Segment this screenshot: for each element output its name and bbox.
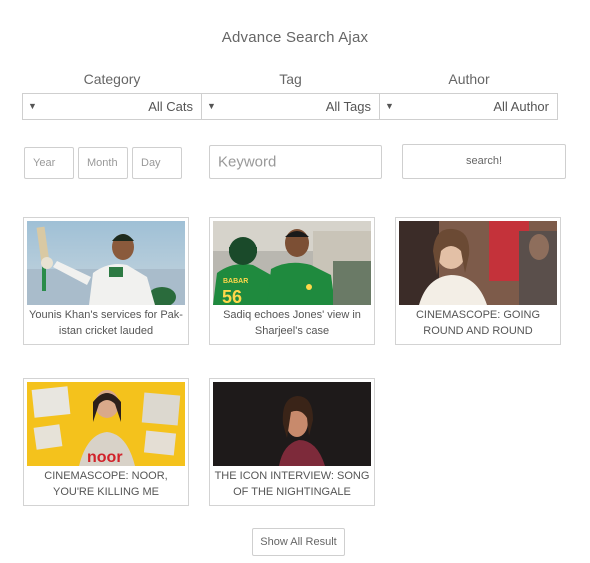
show-all-result-button[interactable]: Show All Result: [252, 528, 345, 556]
result-thumbnail: noor: [27, 382, 185, 466]
result-caption: THE ICON INTERVIEW: SONG OF THE NIGHTING…: [214, 470, 370, 498]
result-caption: CINEMASCOPE: NOOR, YOU'RE KILLING ME: [44, 470, 168, 498]
month-input[interactable]: Month: [78, 147, 128, 179]
result-card[interactable]: Younis Khan's services for Pak-istan cri…: [23, 217, 189, 345]
tag-select-value: All Tags: [325, 99, 371, 114]
result-caption: Sadiq echoes Jones' view in Sharjeel's c…: [223, 309, 361, 337]
result-thumbnail: [27, 221, 185, 305]
tag-label: Tag: [279, 71, 302, 87]
result-thumbnail: [399, 221, 557, 305]
jersey-name: BABAR: [223, 278, 248, 285]
author-select[interactable]: ▼ All Author: [379, 93, 558, 120]
result-card[interactable]: noor CINEMASCOPE: NOOR, YOU'RE KILLING M…: [23, 378, 189, 506]
result-card[interactable]: THE ICON INTERVIEW: SONG OF THE NIGHTING…: [209, 378, 375, 506]
result-caption: Younis Khan's services for Pak-istan cri…: [29, 309, 183, 337]
page-title: Advance Search Ajax: [221, 29, 369, 46]
search-button[interactable]: search!: [402, 144, 566, 179]
category-select-value: All Cats: [148, 99, 193, 114]
result-card[interactable]: CINEMASCOPE: GOING ROUND AND ROUND: [395, 217, 561, 345]
result-thumbnail: [213, 382, 371, 466]
keyword-placeholder: Keyword: [218, 153, 277, 171]
author-label: Author: [448, 71, 490, 87]
tag-select[interactable]: ▼ All Tags: [201, 93, 380, 120]
result-thumbnail: BABAR 56: [213, 221, 371, 305]
result-caption: CINEMASCOPE: GOING ROUND AND ROUND: [415, 309, 541, 337]
dropdown-arrow-icon: ▼: [28, 101, 37, 111]
dropdown-arrow-icon: ▼: [385, 101, 394, 111]
day-input[interactable]: Day: [132, 147, 182, 179]
day-placeholder: Day: [141, 157, 161, 169]
month-placeholder: Month: [87, 157, 118, 169]
jersey-number: 56: [222, 287, 242, 305]
category-label: Category: [83, 71, 141, 87]
year-input[interactable]: Year: [24, 147, 74, 179]
keyword-input[interactable]: Keyword: [209, 145, 382, 179]
result-card[interactable]: BABAR 56 Sadiq echoes Jones' view in Sha…: [209, 217, 375, 345]
poster-title: noor: [87, 449, 123, 466]
year-placeholder: Year: [33, 157, 56, 169]
author-select-value: All Author: [493, 99, 549, 114]
category-select[interactable]: ▼ All Cats: [22, 93, 202, 120]
dropdown-arrow-icon: ▼: [207, 101, 216, 111]
